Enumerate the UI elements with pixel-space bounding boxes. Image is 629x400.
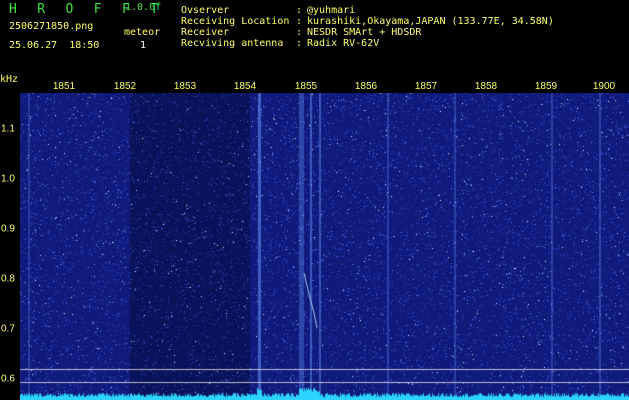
datetime-label: 25.06.27 18:50	[9, 40, 100, 51]
header-panel: H R O F F T 1.0.0f 2506271850.png 25.06.…	[0, 0, 629, 74]
time-tick-label: 1851	[52, 81, 76, 92]
observer-value: @yuhmari	[307, 5, 356, 16]
freq-tick-label: 0.6	[1, 373, 15, 385]
time-tick-label: 1858	[474, 81, 498, 92]
time-tick-label: 1855	[294, 81, 318, 92]
time-tick-label: 1857	[414, 81, 438, 92]
filename-label: 2506271850.png	[9, 21, 94, 32]
time-tick-label: 1852	[113, 81, 137, 92]
observer-colon: :	[296, 5, 303, 16]
mode-label: meteor	[124, 27, 161, 38]
location-value: kurashiki,Okayama,JAPAN (133.77E, 34.58N…	[307, 16, 554, 27]
freq-tick-label: 1.1	[1, 123, 15, 135]
spectrogram-waterfall	[20, 93, 629, 400]
freq-tick-label: 0.9	[1, 223, 15, 235]
freq-tick-label: 1.0	[1, 173, 15, 185]
antenna-value: Radix RV-62V	[307, 38, 380, 49]
location-label: Receiving Location	[181, 16, 290, 27]
time-tick-label: 1854	[233, 81, 257, 92]
freq-tick-label: 0.8	[1, 273, 15, 285]
location-colon: :	[296, 16, 303, 27]
observer-label: Ovserver	[181, 5, 230, 16]
time-tick-label: 1853	[173, 81, 197, 92]
version-label: 1.0.0f	[125, 2, 162, 13]
antenna-label: Recviving antenna	[181, 38, 284, 49]
receiver-value: NESDR SMArt + HDSDR	[307, 27, 422, 38]
time-tick-label: 1856	[354, 81, 378, 92]
receiver-label: Receiver	[181, 27, 230, 38]
receiver-colon: :	[296, 27, 303, 38]
y-axis	[0, 88, 20, 400]
time-tick-label: 1900	[592, 81, 616, 92]
mode-value: 1	[140, 40, 147, 51]
antenna-colon: :	[296, 38, 303, 49]
freq-tick-label: 0.7	[1, 323, 15, 335]
y-axis-unit: kHz	[0, 74, 19, 85]
time-tick-label: 1859	[534, 81, 558, 92]
